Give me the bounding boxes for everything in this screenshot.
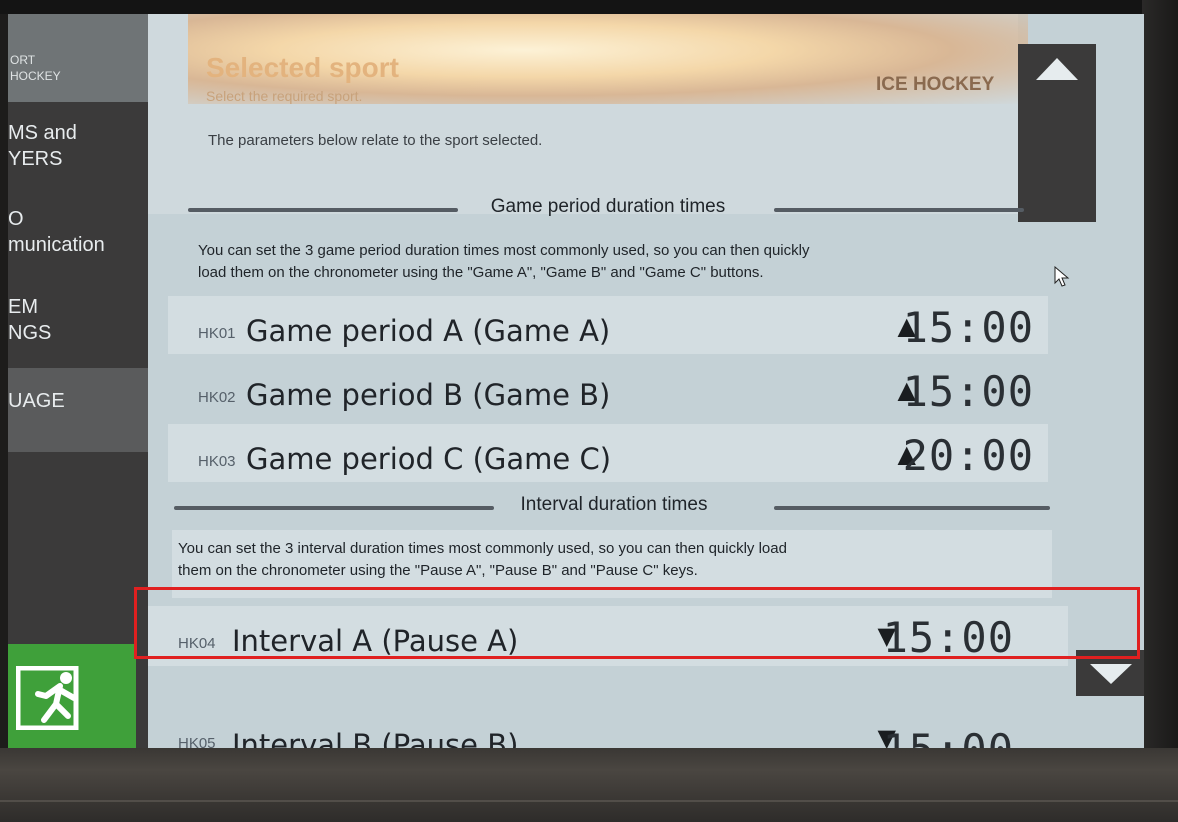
param-code: HK05	[178, 735, 216, 748]
section-interval: Interval duration times	[174, 492, 1054, 522]
sidebar-item-communication[interactable]: O munication	[8, 206, 148, 276]
triangle-up-icon	[1036, 58, 1078, 80]
param-value[interactable]: 20:00	[903, 431, 1034, 480]
sidebar-item-label: UAGE	[8, 390, 65, 412]
page-subtitle: Select the required sport.	[206, 88, 363, 104]
section-description: You can set the 3 game period duration t…	[198, 240, 809, 284]
section-game-period: Game period duration times	[188, 194, 1028, 224]
sidebar-item-label: HOCKEY	[10, 69, 61, 83]
sidebar-item-label: YERS	[8, 148, 63, 170]
exit-button[interactable]	[8, 644, 136, 748]
sidebar-item-label: ORT	[10, 53, 36, 67]
bezel-edge	[0, 800, 1178, 802]
param-code: HK03	[198, 453, 236, 470]
param-row-hk03[interactable]: HK03 Game period C (Game C) ▲ 20:00	[168, 424, 1048, 482]
description-line: You can set the 3 game period duration t…	[198, 242, 810, 259]
scroll-up-button[interactable]	[1018, 44, 1096, 222]
param-value[interactable]: 15:00	[883, 725, 1014, 748]
sidebar-item-label: O	[8, 208, 24, 230]
parameters-note: The parameters below relate to the sport…	[208, 132, 543, 149]
param-code: HK02	[198, 389, 236, 406]
param-label: Game period C (Game C)	[246, 442, 612, 476]
sidebar-item-sport[interactable]: ORT HOCKEY	[8, 14, 148, 102]
sidebar-item-system-settings[interactable]: EM NGS	[8, 294, 148, 364]
description-line: them on the chronometer using the "Pause…	[178, 562, 698, 579]
param-row-hk02[interactable]: HK02 Game period B (Game B) ▲ 15:00	[168, 360, 1048, 418]
section-title: Game period duration times	[490, 196, 726, 217]
highlight-box	[134, 587, 1140, 659]
sidebar-item-label: NGS	[8, 322, 52, 344]
selected-sport-value[interactable]: ICE HOCKEY	[876, 74, 994, 96]
sidebar-item-label: munication	[8, 234, 105, 256]
sidebar: ORT HOCKEY MS and YERS O munication EM N…	[8, 14, 148, 748]
section-description: You can set the 3 interval duration time…	[178, 538, 787, 582]
page-title: Selected sport	[206, 52, 399, 83]
param-value[interactable]: 15:00	[903, 367, 1034, 416]
param-row-hk05[interactable]: HK05 Interval B (Pause B) ▼ 15:00	[148, 692, 1028, 748]
sidebar-item-language[interactable]: UAGE	[8, 368, 148, 452]
mouse-cursor-icon	[1054, 266, 1070, 287]
sidebar-item-teams-players[interactable]: MS and YERS	[8, 120, 148, 190]
sidebar-item-label: EM	[8, 296, 38, 318]
param-value[interactable]: 15:00	[903, 303, 1034, 352]
sidebar-item-label: MS and	[8, 122, 77, 144]
device-bezel-right	[1142, 0, 1178, 822]
device-bezel-top	[0, 0, 1178, 14]
running-exit-icon	[16, 666, 79, 730]
section-title: Interval duration times	[520, 494, 708, 515]
param-label: Game period A (Game A)	[246, 314, 611, 348]
param-row-hk01[interactable]: HK01 Game period A (Game A) ▲ 15:00	[168, 296, 1048, 354]
description-line: You can set the 3 interval duration time…	[178, 540, 787, 557]
sport-header: Selected sport Select the required sport…	[148, 14, 1028, 214]
param-label: Interval B (Pause B)	[232, 728, 519, 748]
param-label: Game period B (Game B)	[246, 378, 611, 412]
description-line: load them on the chronometer using the "…	[198, 264, 764, 281]
device-bezel-bottom	[0, 748, 1178, 822]
param-code: HK01	[198, 325, 236, 342]
